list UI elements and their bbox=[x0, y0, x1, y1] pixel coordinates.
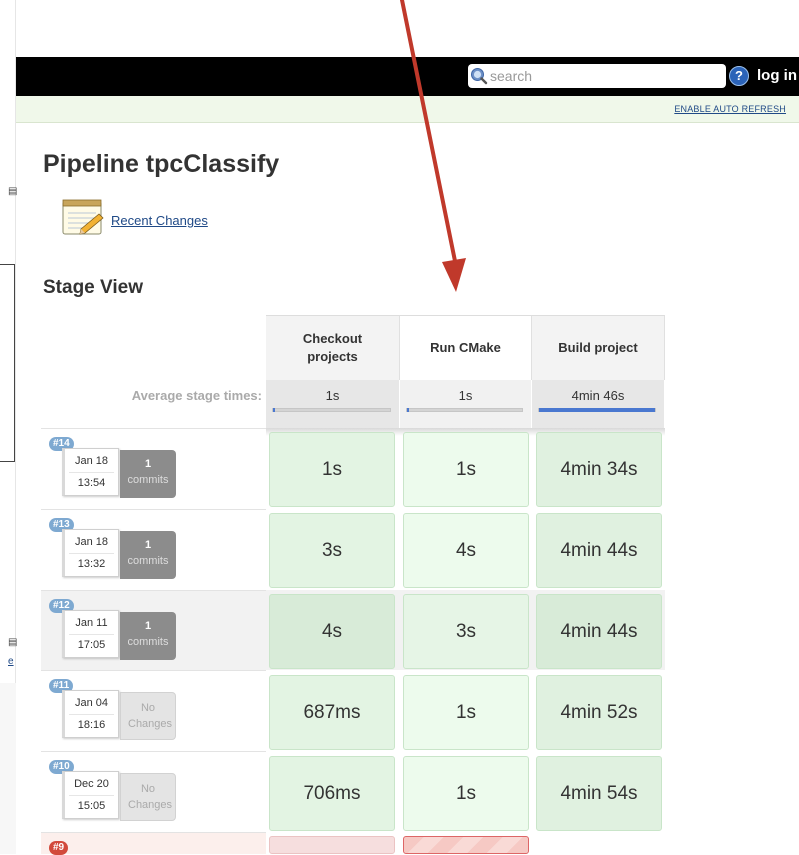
avg-time-bar bbox=[406, 408, 523, 412]
stage-cell[interactable]: 3s bbox=[403, 594, 529, 669]
stage-header-run-cmake[interactable]: Run CMake bbox=[400, 315, 532, 380]
stage-cell[interactable]: 4min 44s bbox=[536, 513, 662, 588]
changes-box[interactable]: 1 commits bbox=[120, 612, 176, 660]
build-date-box: Jan 04 18:16 bbox=[62, 690, 119, 738]
changes-box[interactable]: 1 commits bbox=[120, 450, 176, 498]
stage-cell[interactable]: 1s bbox=[269, 432, 395, 507]
avg-time-bar bbox=[538, 408, 656, 412]
changes-count: 1 bbox=[144, 458, 152, 470]
build-row-info[interactable]: #10 Dec 20 15:05 No Changes bbox=[41, 751, 266, 831]
enable-auto-refresh-link[interactable]: ENABLE AUTO REFRESH bbox=[674, 104, 786, 114]
build-row-info[interactable]: #12 Jan 11 17:05 1 commits bbox=[41, 590, 266, 670]
stage-cell[interactable]: 4s bbox=[269, 594, 395, 669]
average-stage-times-label: Average stage times: bbox=[131, 388, 262, 403]
changes-count: 1 bbox=[144, 539, 152, 551]
recent-changes-link[interactable]: Recent Changes bbox=[111, 213, 208, 228]
left-cutoff-box bbox=[0, 264, 15, 462]
build-time: 18:16 bbox=[77, 719, 106, 731]
avg-time-checkout-projects: 1s bbox=[266, 380, 400, 428]
avg-time-bar-fill bbox=[407, 408, 409, 412]
page-title: Pipeline tpcClassify bbox=[43, 150, 280, 178]
build-date: Dec 20 bbox=[74, 778, 109, 790]
build-time: 15:05 bbox=[77, 800, 106, 812]
stage-view-title: Stage View bbox=[43, 277, 143, 298]
build-time: 13:54 bbox=[77, 477, 106, 489]
stage-cell[interactable]: 4min 34s bbox=[536, 432, 662, 507]
stage-header-build-project[interactable]: Build project bbox=[532, 315, 665, 380]
changes-label: No Changes bbox=[128, 702, 173, 730]
left-cutoff-panel: ▤ ▤ e bbox=[0, 0, 18, 854]
search-icon bbox=[471, 68, 488, 85]
notepad-icon bbox=[62, 199, 104, 235]
build-row-info[interactable]: #13 Jan 18 13:32 1 commits bbox=[41, 509, 266, 589]
avg-time-bar-fill bbox=[539, 408, 655, 412]
build-date: Jan 18 bbox=[74, 536, 109, 548]
build-date: Jan 04 bbox=[74, 697, 109, 709]
build-time: 13:32 bbox=[77, 558, 106, 570]
stage-cell-failed[interactable] bbox=[403, 836, 529, 854]
stage-cell[interactable]: 4min 54s bbox=[536, 756, 662, 831]
stage-cell[interactable]: 1s bbox=[403, 432, 529, 507]
left-cutoff-list bbox=[0, 683, 16, 854]
build-date: Jan 18 bbox=[74, 455, 109, 467]
stage-cell[interactable]: 3s bbox=[269, 513, 395, 588]
build-date-box: Jan 18 13:54 bbox=[62, 448, 119, 496]
left-cutoff-glyph: ▤ bbox=[8, 186, 18, 197]
stage-cell[interactable]: 1s bbox=[403, 675, 529, 750]
stage-cell[interactable]: 687ms bbox=[269, 675, 395, 750]
changes-label: commits bbox=[127, 474, 169, 486]
sub-header-bar: ENABLE AUTO REFRESH bbox=[16, 96, 799, 123]
build-number-badge[interactable]: #9 bbox=[49, 841, 69, 855]
changes-label: commits bbox=[127, 636, 169, 648]
avg-time-bar-fill bbox=[273, 408, 275, 412]
help-icon[interactable]: ? bbox=[729, 66, 749, 86]
avg-time-build-project: 4min 46s bbox=[532, 380, 665, 428]
top-header-bar: ? log in bbox=[16, 57, 799, 96]
stage-cell[interactable]: 706ms bbox=[269, 756, 395, 831]
stage-cell-failed[interactable] bbox=[269, 836, 395, 854]
changes-count: 1 bbox=[144, 620, 152, 632]
changes-box: No Changes bbox=[120, 692, 176, 740]
build-date-box: Jan 18 13:32 bbox=[62, 529, 119, 577]
changes-label: commits bbox=[127, 555, 169, 567]
stage-cell[interactable]: 4min 44s bbox=[536, 594, 662, 669]
stage-cell[interactable]: 1s bbox=[403, 756, 529, 831]
build-date-box: Dec 20 15:05 bbox=[62, 771, 119, 819]
search-input[interactable] bbox=[488, 64, 722, 88]
avg-time-bar bbox=[272, 408, 391, 412]
search-box[interactable] bbox=[468, 64, 726, 88]
build-date-box: Jan 11 17:05 bbox=[62, 610, 119, 658]
stage-cell[interactable]: 4min 52s bbox=[536, 675, 662, 750]
build-time: 17:05 bbox=[77, 639, 106, 651]
left-cutoff-link[interactable]: e bbox=[8, 656, 14, 667]
stage-header-checkout-projects[interactable]: Checkout projects bbox=[266, 315, 400, 380]
build-date: Jan 11 bbox=[75, 617, 108, 629]
login-link[interactable]: log in bbox=[757, 67, 797, 84]
left-cutoff-glyph: ▤ bbox=[8, 637, 18, 648]
build-row-info[interactable]: #9 bbox=[41, 832, 266, 855]
changes-box: No Changes bbox=[120, 773, 176, 821]
build-row-info[interactable]: #11 Jan 04 18:16 No Changes bbox=[41, 670, 266, 750]
changes-box[interactable]: 1 commits bbox=[120, 531, 176, 579]
stage-cell[interactable]: 4s bbox=[403, 513, 529, 588]
build-row-info[interactable]: #14 Jan 18 13:54 1 commits bbox=[41, 428, 266, 508]
avg-time-run-cmake: 1s bbox=[400, 380, 532, 428]
changes-label: No Changes bbox=[128, 783, 173, 811]
